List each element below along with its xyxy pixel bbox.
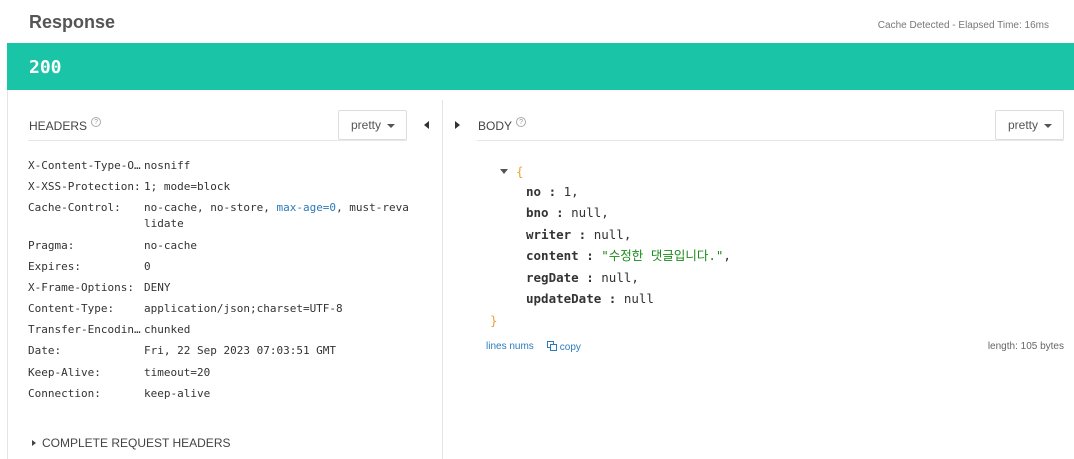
header-value: nosniff — [144, 159, 191, 172]
json-field: writer : null, — [526, 227, 632, 242]
header-value: no-cache, no-store, max-age=0, must-reva… — [144, 200, 414, 232]
body-section-title: BODY? — [478, 117, 527, 133]
headers-format-dropdown[interactable]: pretty — [338, 110, 407, 140]
header-name: Connection: — [28, 387, 101, 400]
cache-status-text: Cache Detected - Elapsed Time: 16ms — [877, 20, 1049, 31]
help-icon[interactable]: ? — [91, 117, 102, 127]
header-value: 1; mode=block — [144, 180, 231, 193]
json-collapse-icon[interactable] — [500, 169, 508, 174]
status-code: 200 — [29, 57, 62, 78]
copy-link[interactable]: copy — [547, 341, 581, 353]
header-name: Content-Type: — [28, 302, 115, 315]
complete-request-headers-label: COMPLETE REQUEST HEADERS — [42, 436, 231, 450]
json-open-brace: { — [516, 164, 524, 179]
body-rule — [477, 140, 1064, 141]
json-field: updateDate : null — [526, 291, 654, 306]
json-field: no : 1, — [526, 184, 579, 199]
body-format-dropdown[interactable]: pretty — [995, 110, 1064, 140]
json-key: updateDate — [526, 291, 602, 306]
header-name: Cache-Control: — [28, 201, 121, 214]
header-value-part: no-cache, no-store, — [144, 201, 277, 214]
headers-format-label: pretty — [351, 118, 382, 132]
body-format-label: pretty — [1008, 118, 1039, 132]
header-name: Transfer-Encodin… — [28, 323, 141, 336]
headers-section-title: HEADERS? — [29, 117, 102, 133]
collapse-left-arrow-icon[interactable] — [424, 121, 429, 129]
complete-request-headers-toggle[interactable]: COMPLETE REQUEST HEADERS — [32, 436, 230, 450]
page-title: Response — [29, 12, 116, 32]
lines-nums-link[interactable]: lines nums — [486, 341, 534, 352]
header-name: X-XSS-Protection: — [28, 180, 141, 193]
help-icon[interactable]: ? — [516, 117, 527, 127]
json-field: content : "수정한 댓글입니다.", — [526, 248, 731, 263]
header-name: Expires: — [28, 260, 81, 273]
panel-left-border — [7, 90, 8, 459]
header-value: timeout=20 — [144, 366, 211, 379]
header-value: application/json;charset=UTF-8 — [144, 302, 343, 315]
body-title-label: BODY — [478, 119, 513, 133]
json-close-brace: } — [490, 313, 498, 328]
json-key: regDate — [526, 270, 579, 285]
json-field: bno : null, — [526, 205, 609, 220]
json-value: null, — [571, 205, 609, 220]
expand-right-arrow-icon[interactable] — [455, 121, 460, 129]
json-field: regDate : null, — [526, 270, 639, 285]
chevron-down-icon — [387, 123, 396, 128]
header-value: Fri, 22 Sep 2023 07:03:51 GMT — [144, 344, 337, 357]
json-key: writer — [526, 227, 572, 242]
header-value: DENY — [144, 281, 171, 294]
header-value-keyword: max-age=0 — [276, 201, 337, 214]
headers-title-label: HEADERS — [29, 119, 88, 133]
json-value: null, — [601, 270, 639, 285]
panel-divider[interactable] — [442, 100, 443, 459]
json-key: bno — [526, 205, 549, 220]
header-value: no-cache — [144, 239, 197, 252]
json-value: "수정한 댓글입니다." — [601, 248, 724, 263]
chevron-down-icon — [1044, 123, 1053, 128]
json-value: null — [623, 291, 654, 306]
header-value: 0 — [144, 260, 151, 273]
json-comma: , — [723, 248, 731, 263]
header-name: Pragma: — [28, 239, 75, 252]
header-value: chunked — [144, 323, 191, 336]
expand-triangle-icon — [32, 439, 36, 446]
header-name: X-Frame-Options: — [28, 281, 134, 294]
copy-label: copy — [559, 342, 581, 353]
header-value: keep-alive — [144, 387, 211, 400]
json-key: content — [526, 248, 579, 263]
response-header: Response Cache Detected - Elapsed Time: … — [0, 0, 1074, 44]
json-value: null, — [593, 227, 632, 242]
headers-rule — [28, 140, 407, 141]
json-value: 1, — [563, 184, 579, 199]
header-name: X-Content-Type-O… — [28, 159, 141, 172]
length-text: length: 105 bytes — [987, 341, 1064, 352]
header-name: Keep-Alive: — [28, 366, 101, 379]
status-bar: 200 — [7, 43, 1074, 90]
header-name: Date: — [28, 344, 62, 357]
json-key: no — [526, 184, 542, 199]
copy-icon — [547, 341, 557, 351]
